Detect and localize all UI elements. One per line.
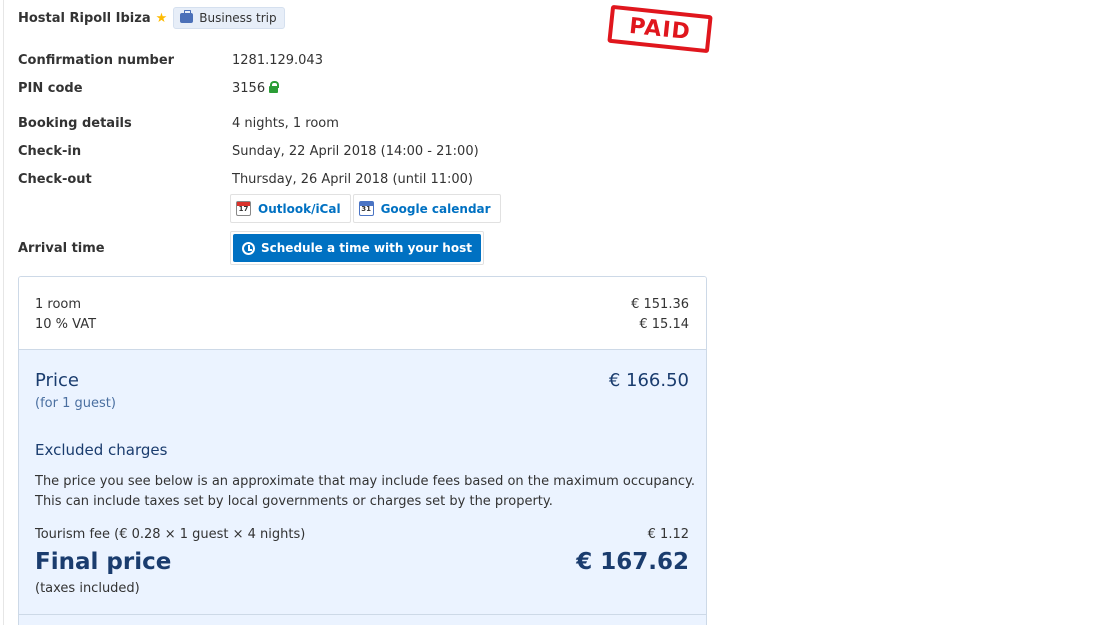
price-label: Price: [35, 370, 79, 391]
final-price-value: € 167.62: [576, 549, 689, 575]
tourism-fee-label: Tourism fee (€ 0.28 × 1 guest × 4 nights…: [35, 527, 306, 542]
confirmation-row: Confirmation number 1281.129.043: [18, 51, 323, 69]
calendar-icon: 17: [236, 201, 251, 216]
checkout-value: Thursday, 26 April 2018 (until 11:00): [232, 171, 473, 187]
final-price-label: Final price: [35, 549, 172, 575]
schedule-time-button[interactable]: Schedule a time with your host: [233, 234, 481, 262]
checkout-row: Check-out Thursday, 26 April 2018 (until…: [18, 170, 473, 188]
vat-line: 10 % VAT € 15.14: [35, 314, 689, 334]
arrival-button-wrapper: Schedule a time with your host: [230, 231, 484, 265]
booking-label: Booking details: [18, 115, 132, 131]
price-lines: 1 room € 151.36 10 % VAT € 15.14: [19, 277, 706, 350]
left-border: [3, 0, 4, 625]
arrival-label: Arrival time: [18, 240, 105, 256]
briefcase-icon: [180, 10, 194, 23]
taxes-note: (taxes included): [35, 581, 140, 596]
confirmation-value: 1281.129.043: [232, 52, 323, 68]
outlook-ical-button[interactable]: 17 Outlook/iCal: [230, 194, 351, 223]
pin-label: PIN code: [18, 80, 83, 96]
room-value: € 151.36: [631, 296, 689, 312]
paid-stamp: PAID: [607, 4, 713, 54]
hotel-header: Hostal Ripoll Ibiza ★ Business trip: [18, 7, 285, 29]
excluded-charges-description: The price you see below is an approximat…: [35, 474, 695, 509]
checkin-row: Check-in Sunday, 22 April 2018 (14:00 - …: [18, 142, 479, 160]
tourism-fee-line: Tourism fee (€ 0.28 × 1 guest × 4 nights…: [35, 527, 689, 542]
calendar-buttons: 17 Outlook/iCal 31 Google calendar: [230, 194, 503, 223]
confirmation-label: Confirmation number: [18, 52, 175, 68]
summary-divider: [19, 614, 706, 615]
google-calendar-icon: 31: [358, 201, 374, 216]
pin-value: 3156: [232, 80, 266, 96]
schedule-time-label: Schedule a time with your host: [261, 241, 472, 255]
booking-value: 4 nights, 1 room: [232, 115, 339, 131]
excluded-charges-title: Excluded charges: [35, 441, 168, 459]
tourism-fee-value: € 1.12: [647, 527, 689, 542]
google-calendar-button[interactable]: 31 Google calendar: [352, 194, 501, 223]
price-breakdown: 1 room € 151.36 10 % VAT € 15.14 Price €…: [18, 276, 707, 625]
pin-row: PIN code 3156: [18, 79, 280, 97]
clock-icon: [242, 241, 255, 255]
hotel-name[interactable]: Hostal Ripoll Ibiza: [18, 11, 151, 26]
outlook-ical-label: Outlook/iCal: [258, 201, 341, 216]
checkin-label: Check-in: [18, 143, 82, 159]
room-label: 1 room: [35, 296, 82, 312]
star-icon: ★: [155, 10, 168, 26]
vat-label: 10 % VAT: [35, 316, 97, 332]
guests-note: (for 1 guest): [35, 396, 116, 411]
vat-value: € 15.14: [639, 316, 689, 332]
arrival-row: Arrival time: [18, 239, 232, 257]
price-value: € 166.50: [608, 370, 689, 391]
checkout-label: Check-out: [18, 171, 92, 187]
checkin-value: Sunday, 22 April 2018 (14:00 - 21:00): [232, 143, 479, 159]
price-summary: Price € 166.50 (for 1 guest) Excluded ch…: [19, 350, 706, 625]
room-line: 1 room € 151.36: [35, 294, 689, 314]
final-price-row: Final price € 167.62: [35, 549, 689, 575]
business-trip-badge: Business trip: [173, 7, 285, 29]
google-calendar-label: Google calendar: [380, 201, 491, 216]
price-row: Price € 166.50: [35, 370, 689, 391]
booking-row: Booking details 4 nights, 1 room: [18, 114, 339, 132]
lock-icon: [269, 80, 280, 93]
business-trip-label: Business trip: [199, 11, 277, 25]
